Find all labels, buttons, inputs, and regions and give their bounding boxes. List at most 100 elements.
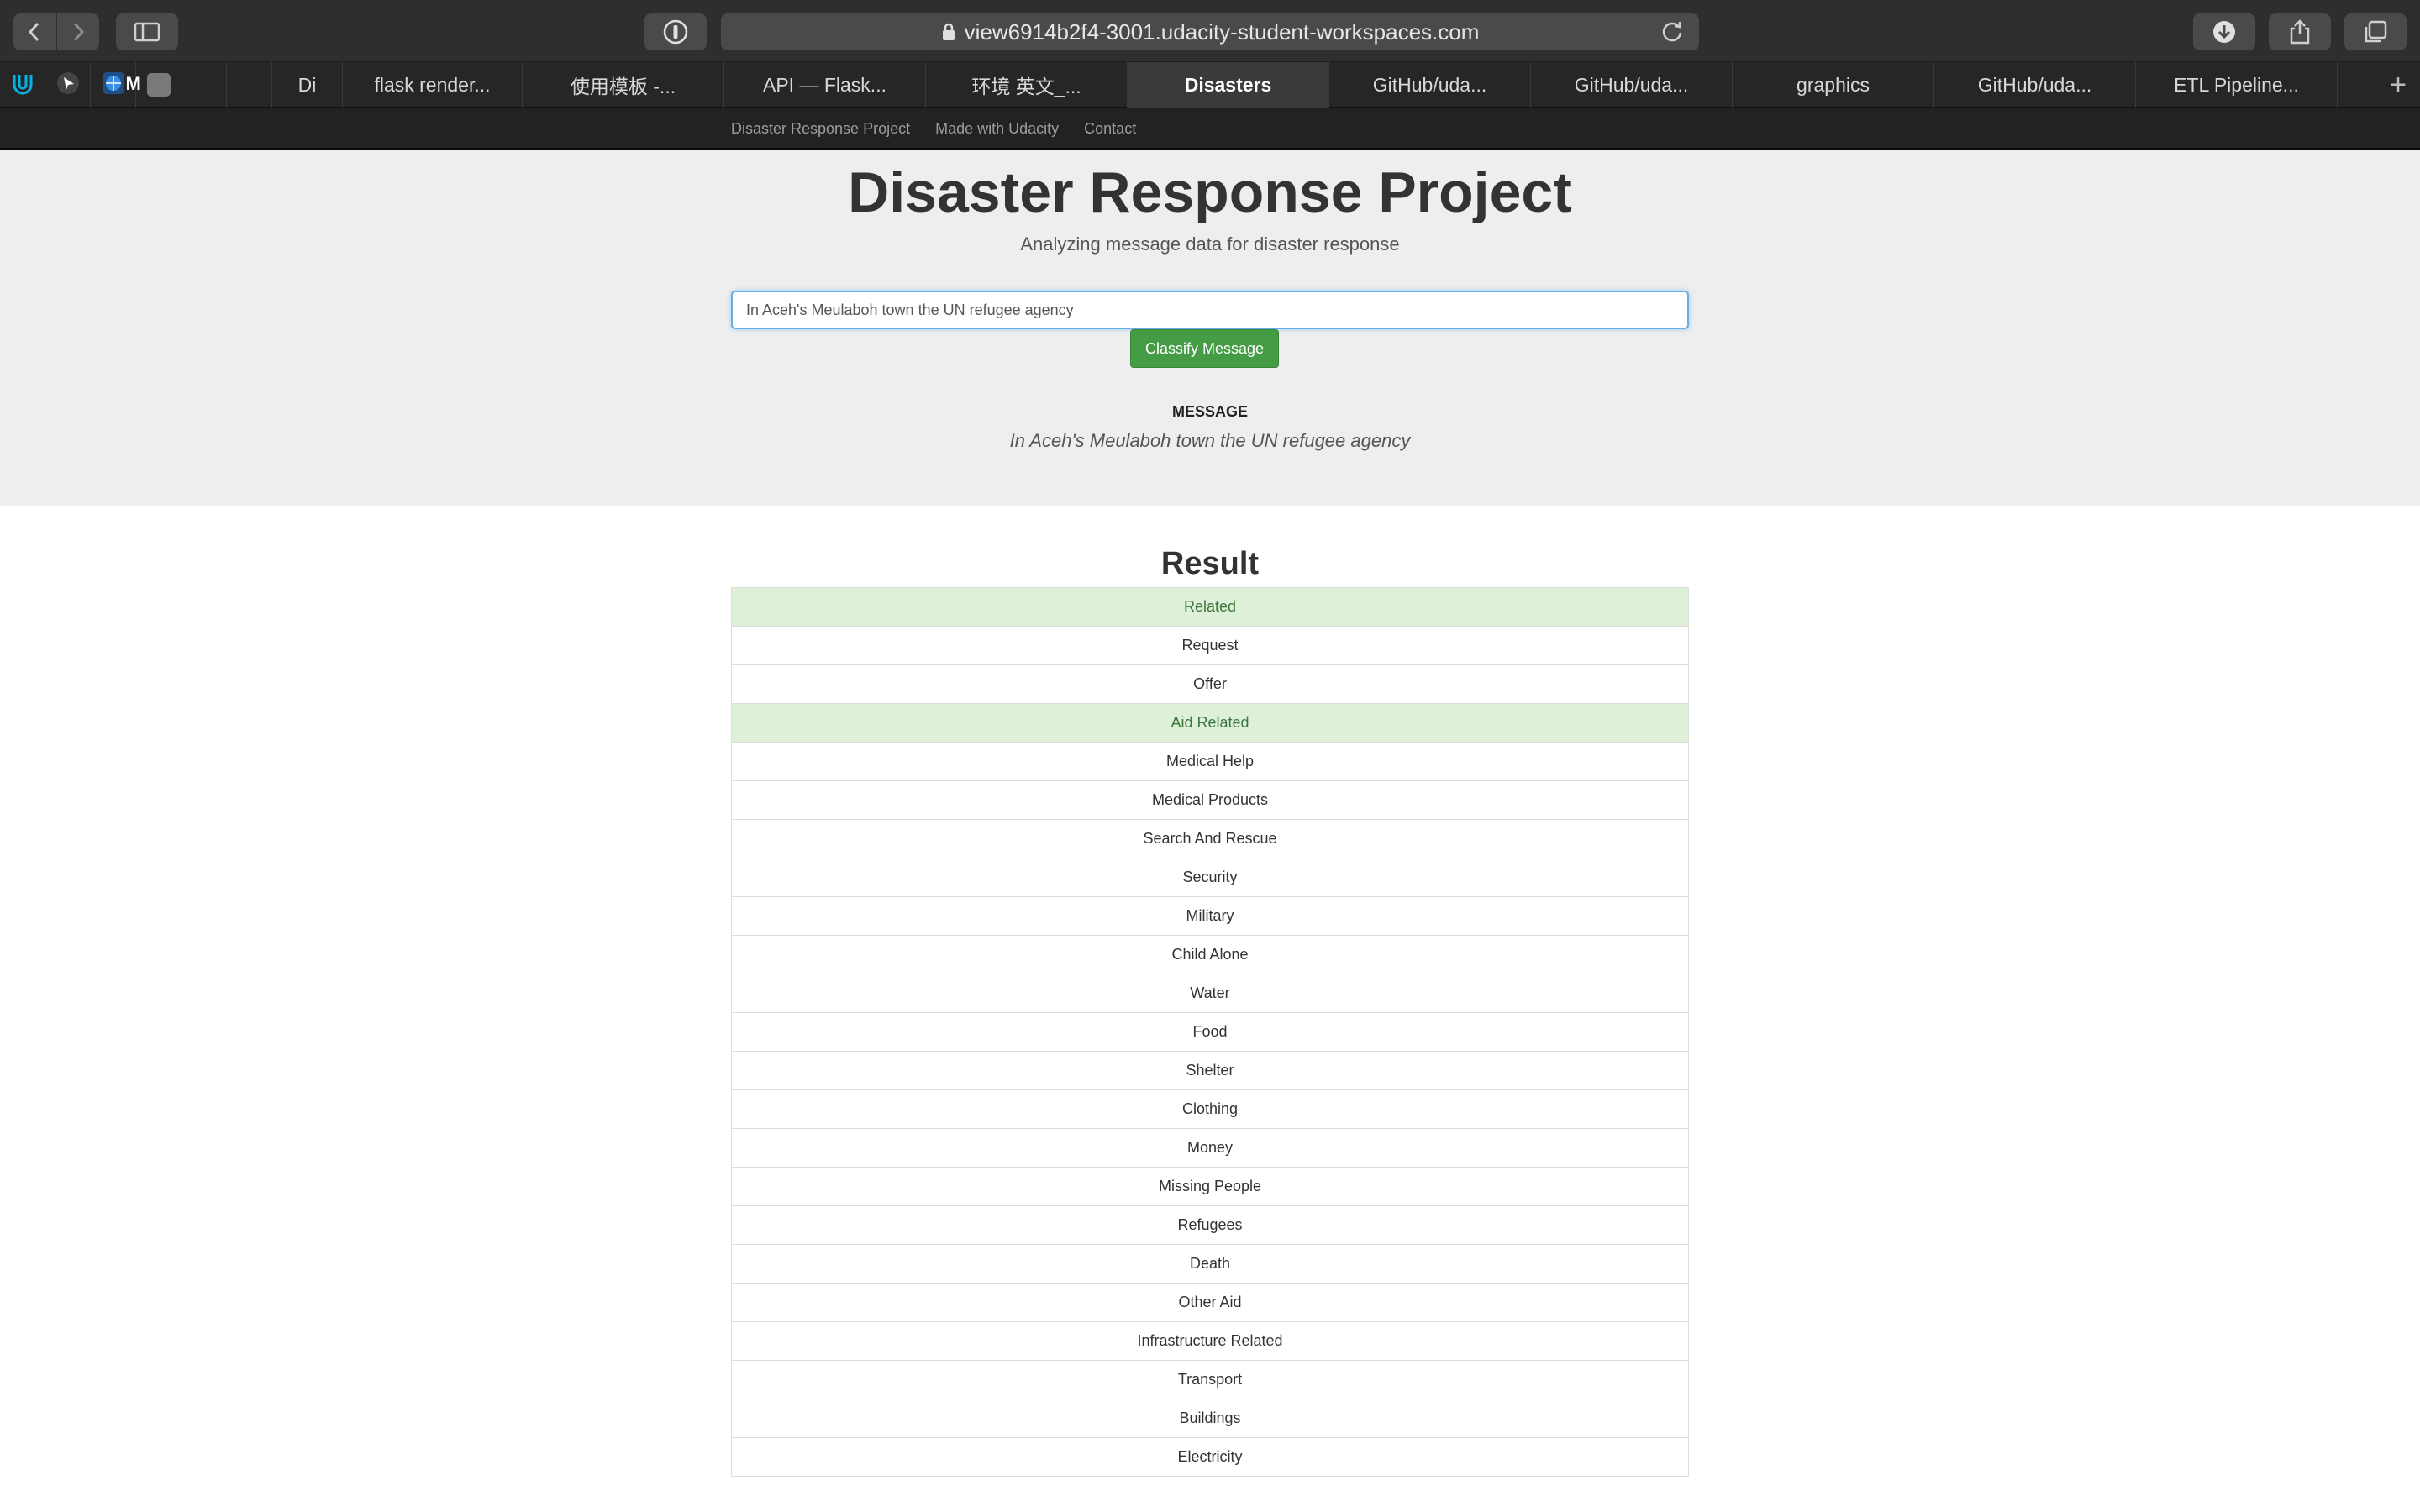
result-label: Transport bbox=[1177, 1371, 1243, 1388]
message-heading: MESSAGE bbox=[1171, 403, 1249, 420]
m-icon: M bbox=[126, 71, 172, 98]
result-row: Request bbox=[731, 626, 1689, 665]
result-label: Food bbox=[1192, 1023, 1228, 1040]
pinned-tab[interactable] bbox=[182, 62, 227, 108]
message-text: In Aceh's Meulaboh town the UN refugee a… bbox=[1009, 430, 1411, 451]
navbar-brand[interactable]: Disaster Response Project bbox=[731, 120, 910, 138]
header-jumbotron: Disaster Response Project Analyzing mess… bbox=[0, 150, 2420, 506]
result-label: Electricity bbox=[1177, 1448, 1243, 1465]
tab-label: Di bbox=[297, 73, 317, 96]
result-label: Related bbox=[1183, 598, 1237, 615]
result-row: Food bbox=[731, 1012, 1689, 1052]
tab-active[interactable]: Disasters bbox=[1128, 62, 1329, 108]
m-icon-letter: M bbox=[125, 73, 141, 94]
pinned-tab[interactable]: M bbox=[126, 62, 182, 108]
result-label: Refugees bbox=[1177, 1216, 1243, 1233]
result-row: Child Alone bbox=[731, 935, 1689, 974]
share-icon bbox=[2290, 19, 2310, 45]
result-heading: Result bbox=[1160, 546, 1260, 581]
result-row: Medical Help bbox=[731, 742, 1689, 781]
app-icon bbox=[55, 71, 81, 100]
forward-button[interactable] bbox=[57, 13, 100, 50]
result-row: Related bbox=[731, 587, 1689, 627]
classify-message-button[interactable]: Classify Message bbox=[1130, 329, 1279, 368]
message-input[interactable]: In Aceh's Meulaboh town the UN refugee a… bbox=[731, 291, 1689, 329]
result-label: Buildings bbox=[1179, 1410, 1241, 1426]
result-label: Medical Products bbox=[1151, 791, 1269, 808]
result-label: Missing People bbox=[1158, 1178, 1262, 1194]
result-row: Water bbox=[731, 974, 1689, 1013]
result-row: Death bbox=[731, 1244, 1689, 1284]
tab-overview-button[interactable] bbox=[2344, 13, 2407, 50]
tab-label: flask render... bbox=[374, 73, 491, 96]
pinned-tab[interactable] bbox=[0, 62, 45, 108]
result-row: Refugees bbox=[731, 1205, 1689, 1245]
tab[interactable]: ETL Pipeline... bbox=[2136, 62, 2338, 108]
tab[interactable]: graphics bbox=[1733, 62, 1934, 108]
tab-list: Di flask render... 使用模板 -... API — Flask...… bbox=[272, 62, 2376, 108]
history-nav bbox=[13, 13, 99, 50]
result-row: Medical Products bbox=[731, 780, 1689, 820]
result-label: Offer bbox=[1193, 675, 1227, 692]
result-row: Military bbox=[731, 896, 1689, 936]
pinned-tab[interactable] bbox=[227, 62, 272, 108]
url-text: view6914b2f4-3001.udacity-student-worksp… bbox=[964, 18, 1480, 45]
browser-toolbar: view6914b2f4-3001.udacity-student-worksp… bbox=[0, 0, 2420, 62]
result-label: Money bbox=[1186, 1139, 1234, 1156]
tab[interactable]: GitHub/uda... bbox=[1934, 62, 2136, 108]
result-row: Search And Rescue bbox=[731, 819, 1689, 858]
tab[interactable]: GitHub/uda... bbox=[1531, 62, 1733, 108]
tab-label: GitHub/uda... bbox=[1977, 73, 2092, 96]
result-label: Child Alone bbox=[1171, 946, 1249, 963]
tab-label: Disasters bbox=[1184, 73, 1272, 96]
page-title: Disaster Response Project bbox=[848, 160, 1572, 224]
result-row: Electricity bbox=[731, 1437, 1689, 1477]
tab-label: ETL Pipeline... bbox=[2174, 73, 2299, 96]
tab-label: GitHub/uda... bbox=[1372, 73, 1487, 96]
result-label: Clothing bbox=[1181, 1100, 1239, 1117]
tab[interactable]: Di bbox=[272, 62, 343, 108]
tab-strip: M Di flask render... 使用模板 -... API — Flask.… bbox=[0, 62, 2420, 108]
result-label: Aid Related bbox=[1171, 714, 1249, 731]
downloads-button[interactable] bbox=[2193, 13, 2255, 50]
result-row: Security bbox=[731, 858, 1689, 897]
tab[interactable]: API — Flask... bbox=[724, 62, 926, 108]
result-list: Related Request Offer Aid Related Medical He… bbox=[731, 587, 1689, 1477]
tab-label: API — Flask... bbox=[763, 73, 886, 96]
result-label: Shelter bbox=[1186, 1062, 1234, 1079]
tab[interactable]: GitHub/uda... bbox=[1329, 62, 1531, 108]
result-row: Other Aid bbox=[731, 1283, 1689, 1322]
result-row: Transport bbox=[731, 1360, 1689, 1399]
result-label: Military bbox=[1186, 907, 1234, 924]
tab-label: graphics bbox=[1797, 73, 1870, 96]
sidebar-button[interactable] bbox=[116, 13, 178, 50]
result-row: Aid Related bbox=[731, 703, 1689, 743]
back-button[interactable] bbox=[13, 13, 56, 50]
pinned-tab[interactable] bbox=[45, 62, 91, 108]
lock-icon bbox=[942, 23, 955, 40]
result-row: Offer bbox=[731, 664, 1689, 704]
udacity-icon bbox=[10, 71, 35, 100]
pinned-tabs: M bbox=[0, 62, 272, 108]
result-row: Infrastructure Related bbox=[731, 1321, 1689, 1361]
result-row: Money bbox=[731, 1128, 1689, 1168]
result-label: Death bbox=[1189, 1255, 1231, 1272]
tab[interactable]: flask render... bbox=[343, 62, 523, 108]
address-bar[interactable]: view6914b2f4-3001.udacity-student-worksp… bbox=[721, 13, 1699, 50]
result-label: Security bbox=[1182, 869, 1238, 885]
tab[interactable]: 使用模板 -... bbox=[523, 62, 724, 108]
result-row: Buildings bbox=[731, 1399, 1689, 1438]
download-icon bbox=[2213, 21, 2235, 43]
privacy-report-button[interactable] bbox=[644, 13, 707, 50]
result-row: Clothing bbox=[731, 1089, 1689, 1129]
tab[interactable]: 环境 英文_... bbox=[926, 62, 1128, 108]
nav-link-contact[interactable]: Contact bbox=[1084, 120, 1136, 138]
share-button[interactable] bbox=[2269, 13, 2331, 50]
sidebar-icon bbox=[134, 22, 160, 42]
result-row: Missing People bbox=[731, 1167, 1689, 1206]
result-label: Request bbox=[1181, 637, 1239, 654]
site-navbar: Disaster Response Project Made with Udac… bbox=[0, 108, 2420, 150]
new-tab-button[interactable]: + bbox=[2376, 62, 2420, 108]
nav-link-udacity[interactable]: Made with Udacity bbox=[935, 120, 1059, 138]
reload-icon[interactable] bbox=[1659, 18, 1686, 45]
